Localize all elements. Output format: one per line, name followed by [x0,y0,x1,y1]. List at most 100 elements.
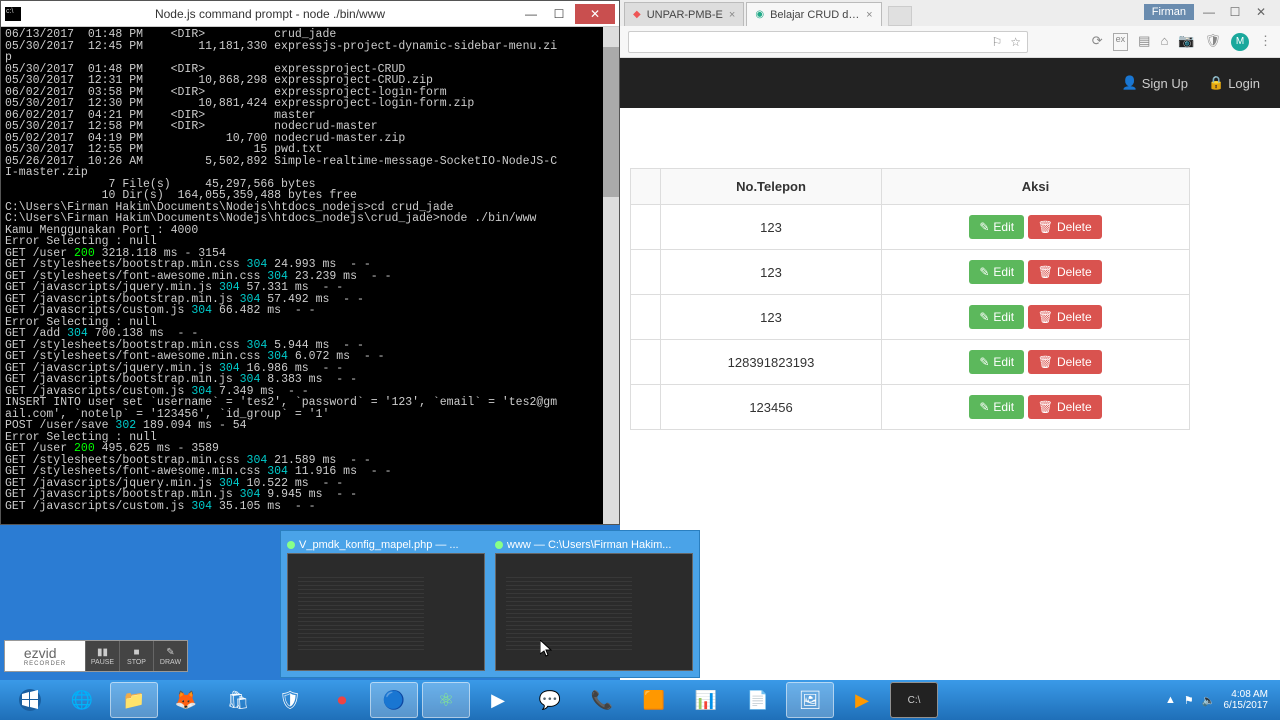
word-icon[interactable]: 📄 [734,682,782,718]
cmd-icon[interactable]: C:\ [890,682,938,718]
delete-button[interactable]: 🗑 Delete [1028,395,1102,419]
tab-strip: ◆ UNPAR-PMB-E × ◉ Belajar CRUD dengan Vi… [620,0,1280,26]
row-blank [631,205,661,250]
edit-button[interactable]: ✎ Edit [969,395,1024,419]
terminal-titlebar[interactable]: Node.js command prompt - node ./bin/www … [1,1,619,27]
table-row: 123456 ✎ Edit 🗑 Delete [631,385,1190,430]
ezvid-logo: ezvidRECORDER [5,641,85,671]
delete-button[interactable]: 🗑 Delete [1028,215,1102,239]
browser-window: ◆ UNPAR-PMB-E × ◉ Belajar CRUD dengan Vi… [620,0,1280,680]
signup-link[interactable]: 👤Sign Up [1122,75,1188,91]
clock[interactable]: 4:08 AM 6/15/2017 [1224,689,1269,711]
excel-icon[interactable]: 📊 [682,682,730,718]
edit-button[interactable]: ✎ Edit [969,305,1024,329]
extension-icon[interactable]: ex [1113,33,1129,51]
chrome-icon[interactable]: 🔵 [370,682,418,718]
tab-belajar-crud[interactable]: ◉ Belajar CRUD dengan Vi × [746,2,881,26]
thumb-image [495,553,693,671]
bookmark-icon[interactable]: ☆ [1010,35,1021,49]
pause-button[interactable]: ▮▮PAUSE [85,641,119,671]
camera-icon[interactable]: 📷 [1178,33,1194,51]
action-cell: ✎ Edit 🗑 Delete [882,340,1190,385]
translate-icon[interactable]: ⚐ [991,35,1002,49]
xampp-icon[interactable]: 🟧 [630,682,678,718]
delete-button[interactable]: 🗑 Delete [1028,260,1102,284]
trash-icon: 🗑 [1038,310,1053,324]
browser-maximize-button[interactable]: ☐ [1224,2,1246,22]
tray-up-icon[interactable]: ▲ [1165,694,1176,706]
terminal-title: Node.js command prompt - node ./bin/www [27,7,513,21]
table-row: 123✎ Edit 🗑 Delete [631,205,1190,250]
defender-icon[interactable]: 🛡 [266,682,314,718]
terminal-icon [5,7,21,21]
app-icon[interactable]: 🖼 [786,682,834,718]
extension-icon[interactable]: ▤ [1138,33,1150,51]
trash-icon: 🗑 [1038,400,1053,414]
menu-icon[interactable]: ⋮ [1259,33,1272,51]
row-blank [631,295,661,340]
row-blank [631,385,661,430]
tab-close-icon[interactable]: × [729,9,735,21]
browser-minimize-button[interactable]: — [1198,2,1220,22]
firefox-icon[interactable]: 🦊 [162,682,210,718]
pencil-icon: ✎ [979,400,989,414]
close-button[interactable]: ✕ [575,4,615,24]
trash-icon: 🗑 [1038,265,1053,279]
minimize-button[interactable]: — [519,4,543,24]
trash-icon: 🗑 [1038,220,1053,234]
row-blank [631,250,661,295]
taskbar: 🌐 📁 🦊 🛍 🛡 ⏺ 🔵 ⚛ ▶ 💬 📞 🟧 📊 📄 🖼 ▶ C:\ ▲ ⚑ … [0,680,1280,720]
phone-cell: 123456 [661,385,882,430]
login-link[interactable]: 🔒Login [1208,75,1260,91]
table-header-action: Aksi [882,169,1190,205]
preview-thumb[interactable]: www — C:\Users\Firman Hakim... [495,537,693,671]
atom-icon[interactable]: ⚛ [422,682,470,718]
scroll-thumb[interactable] [603,47,619,197]
network-icon[interactable]: 🔈 [1202,694,1216,707]
edit-button[interactable]: ✎ Edit [969,215,1024,239]
ie-icon[interactable]: 🌐 [58,682,106,718]
tab-close-icon[interactable]: × [866,9,872,21]
browser-close-button[interactable]: ✕ [1250,2,1272,22]
draw-button[interactable]: ✎DRAW [153,641,187,671]
maximize-button[interactable]: ☐ [547,4,571,24]
line-icon[interactable]: 💬 [526,682,574,718]
phone-cell: 123 [661,250,882,295]
terminal-scrollbar[interactable] [603,27,619,524]
delete-button[interactable]: 🗑 Delete [1028,305,1102,329]
preview-thumb[interactable]: V_pmdk_konfig_mapel.php — ... [287,537,485,671]
tab-label: UNPAR-PMB-E [647,9,723,21]
tab-unpar[interactable]: ◆ UNPAR-PMB-E × [624,2,744,26]
terminal-window: Node.js command prompt - node ./bin/www … [0,0,620,525]
pencil-icon: ✎ [979,355,989,369]
delete-button[interactable]: 🗑 Delete [1028,350,1102,374]
row-blank [631,340,661,385]
shield-icon[interactable]: 🛡 [1204,33,1221,51]
taskbar-preview: V_pmdk_konfig_mapel.php — ... www — C:\U… [280,530,700,678]
action-cell: ✎ Edit 🗑 Delete [882,205,1190,250]
lock-icon: 🔒 [1208,75,1224,91]
extension-icon[interactable]: ⟳ [1092,33,1103,51]
address-bar[interactable]: ⚐ ☆ [628,31,1028,53]
new-tab-button[interactable] [888,6,912,26]
terminal-output[interactable]: 06/13/2017 01:48 PM <DIR> crud_jade05/30… [1,27,619,524]
extension-icon[interactable]: ⌂ [1160,33,1168,51]
stop-button[interactable]: ■STOP [119,641,153,671]
start-button[interactable] [6,682,54,718]
page-navbar: 👤Sign Up 🔒Login [620,58,1280,108]
screenrec-icon[interactable]: ⏺ [318,682,366,718]
action-center-icon[interactable]: ⚑ [1184,694,1194,707]
wmp-icon[interactable]: ▶ [838,682,886,718]
whatsapp-icon[interactable]: 📞 [578,682,626,718]
explorer-icon[interactable]: 📁 [110,682,158,718]
app-dot-icon [287,541,295,549]
mediaplayer-icon[interactable]: ▶ [474,682,522,718]
edit-button[interactable]: ✎ Edit [969,350,1024,374]
table-row: 128391823193✎ Edit 🗑 Delete [631,340,1190,385]
thumb-image [287,553,485,671]
edit-button[interactable]: ✎ Edit [969,260,1024,284]
avatar[interactable]: M [1231,33,1249,51]
store-icon[interactable]: 🛍 [214,682,262,718]
profile-chip[interactable]: Firman [1144,4,1194,20]
browser-toolbar: ⚐ ☆ ⟳ ex ▤ ⌂ 📷 🛡 M ⋮ [620,26,1280,58]
